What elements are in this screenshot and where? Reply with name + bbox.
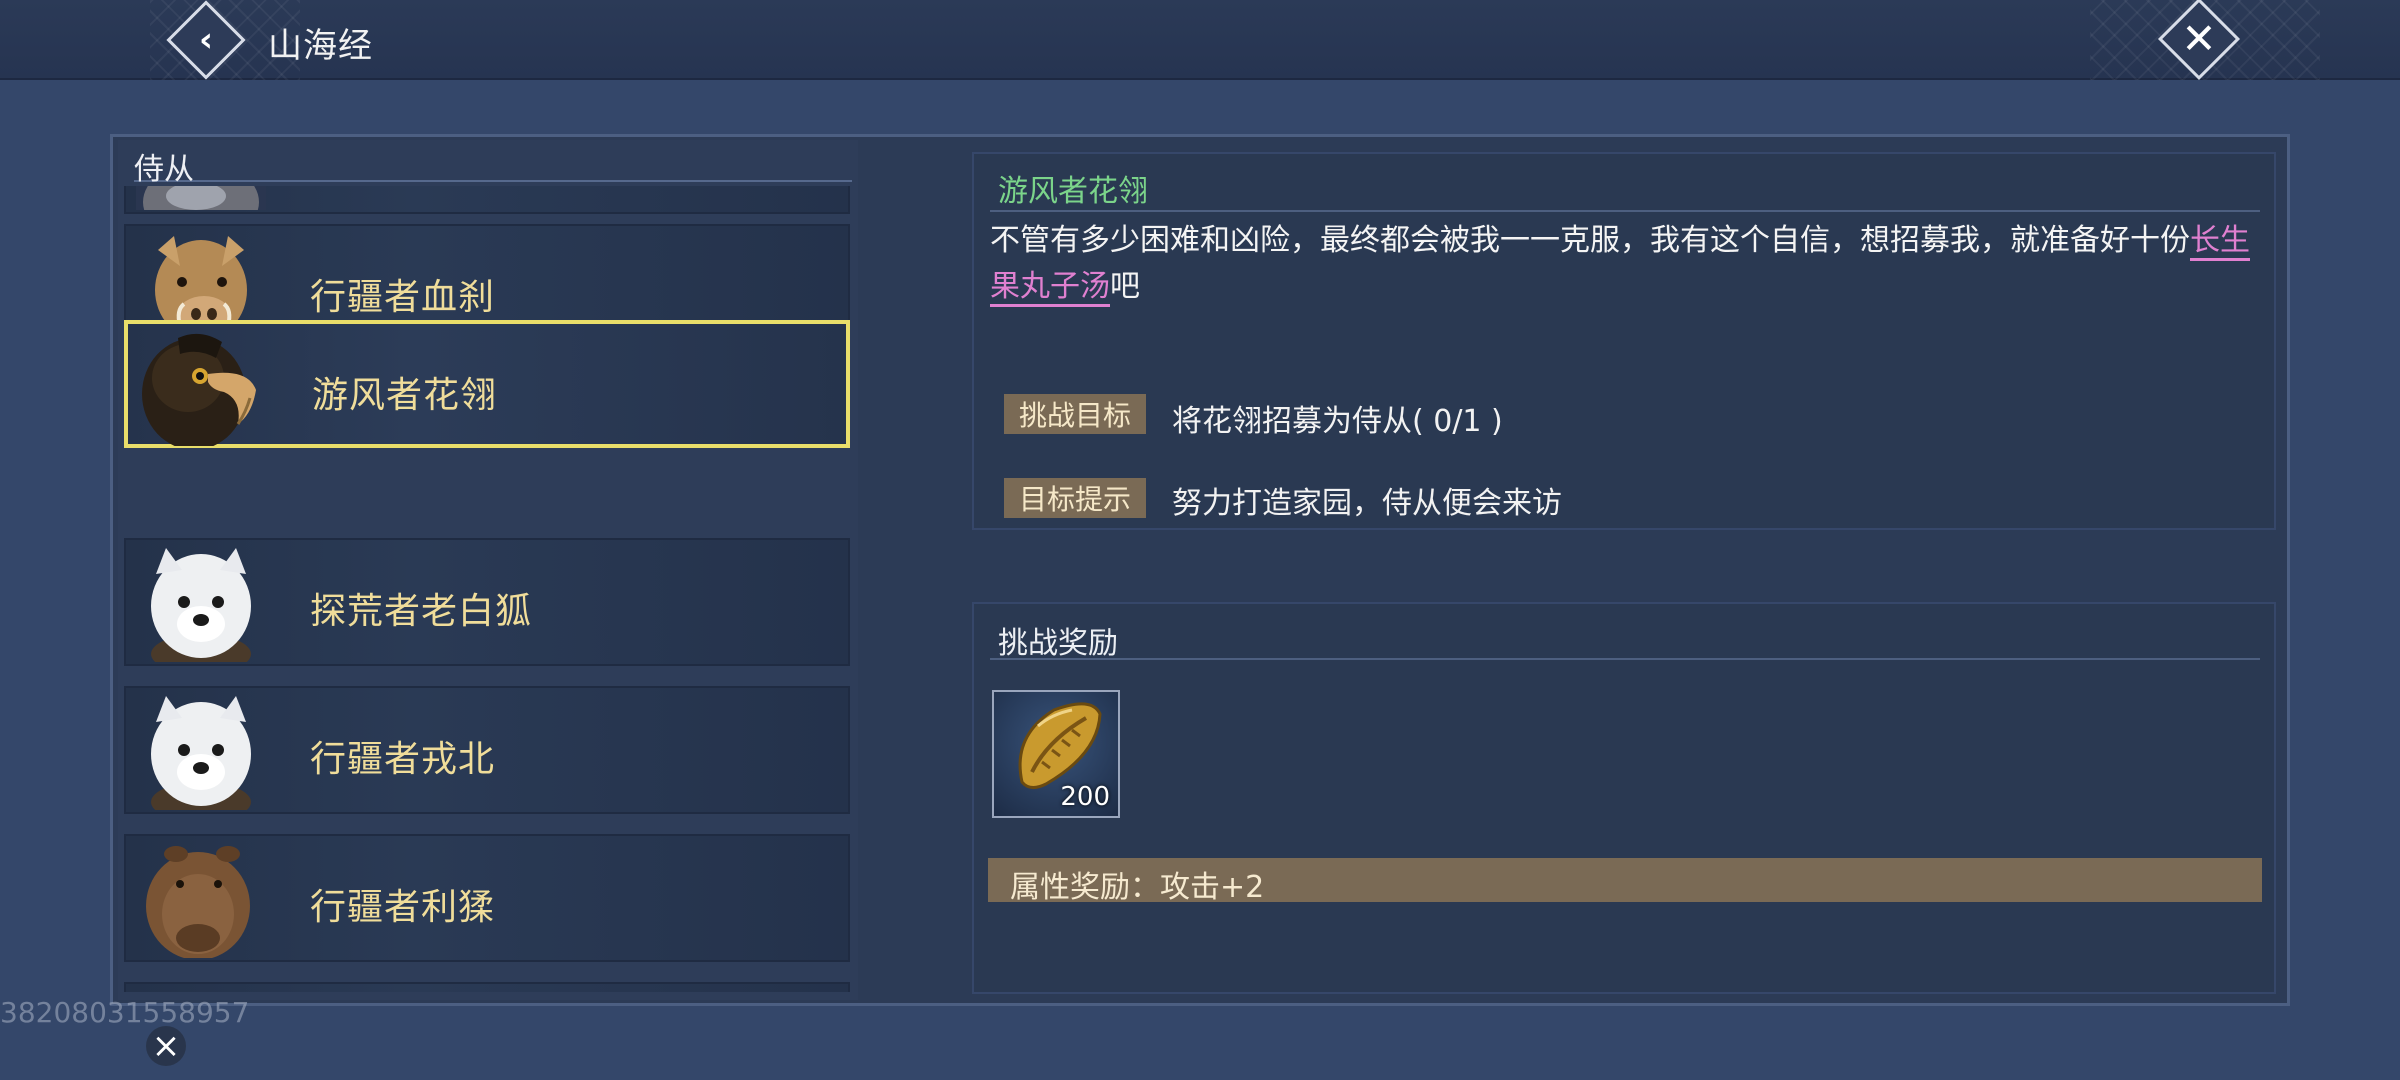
eagle-portrait	[138, 328, 268, 446]
description-text: 不管有多少困难和凶险，最终都会被我一一克服，我有这个自信，想招募我，就准备好十份	[990, 223, 2190, 258]
challenge-goal-value: 将花翎招募为侍从( 0/1 )	[1172, 404, 1503, 439]
white-fox-portrait	[136, 544, 266, 662]
list-item[interactable]: 行疆者利猱	[124, 834, 850, 962]
chevron-left-icon: ‹	[198, 20, 213, 60]
list-item[interactable]: 探荒者老白狐	[124, 538, 850, 666]
follower-list-header: 侍从	[134, 140, 852, 187]
seed-icon	[1018, 702, 1102, 789]
goal-hint-tag: 目标提示	[1004, 478, 1146, 518]
list-item-selected[interactable]: 游风者花翎	[124, 320, 850, 448]
challenge-reward-panel	[972, 602, 2276, 994]
list-item-name: 探荒者老白狐	[310, 591, 533, 632]
divider	[990, 210, 2260, 212]
goal-hint-value: 努力打造家园，侍从便会来访	[1172, 486, 1562, 521]
reward-header: 挑战奖励	[998, 626, 1118, 661]
list-item[interactable]	[124, 186, 850, 214]
reward-item-count: 200	[1060, 782, 1110, 812]
reward-item-slot[interactable]: 200	[992, 690, 1120, 818]
attribute-reward-text: 属性奖励：攻击+2	[1010, 870, 1265, 905]
capybara-portrait	[136, 840, 266, 958]
page-title: 山海经	[268, 26, 373, 66]
list-item-name: 游风者花翎	[312, 375, 498, 416]
floating-close-icon[interactable]: ×	[146, 1026, 186, 1066]
follower-name-title: 游风者花翎	[998, 174, 1148, 209]
challenge-goal-tag: 挑战目标	[1004, 394, 1146, 434]
follower-description: 不管有多少困难和凶险，最终都会被我一一克服，我有这个自信，想招募我，就准备好十份…	[990, 218, 2260, 310]
follower-list-title: 侍从	[134, 152, 194, 187]
unknown-portrait	[136, 988, 266, 992]
list-item-name: 行疆者血刹	[310, 277, 496, 318]
list-item-name: 行疆者戎北	[310, 739, 496, 780]
list-item[interactable]: 行疆者戎北	[124, 686, 850, 814]
challenge-detail-panel	[972, 152, 2276, 530]
list-item[interactable]	[124, 982, 850, 992]
divider	[990, 658, 2260, 660]
close-icon: ✕	[2181, 14, 2217, 63]
wolf-portrait	[136, 186, 266, 210]
list-item-name: 行疆者利猱	[310, 887, 496, 928]
attribute-reward-bar: 属性奖励：攻击+2	[988, 858, 2262, 905]
follower-list[interactable]: 行疆者血刹 游风者花翎 探荒者老白狐 行疆者戎北 行疆者利猱	[120, 186, 860, 992]
description-text-end: 吧	[1110, 269, 1140, 304]
watermark-id: 38208031558957	[0, 996, 250, 1029]
white-fox-portrait	[136, 692, 266, 810]
